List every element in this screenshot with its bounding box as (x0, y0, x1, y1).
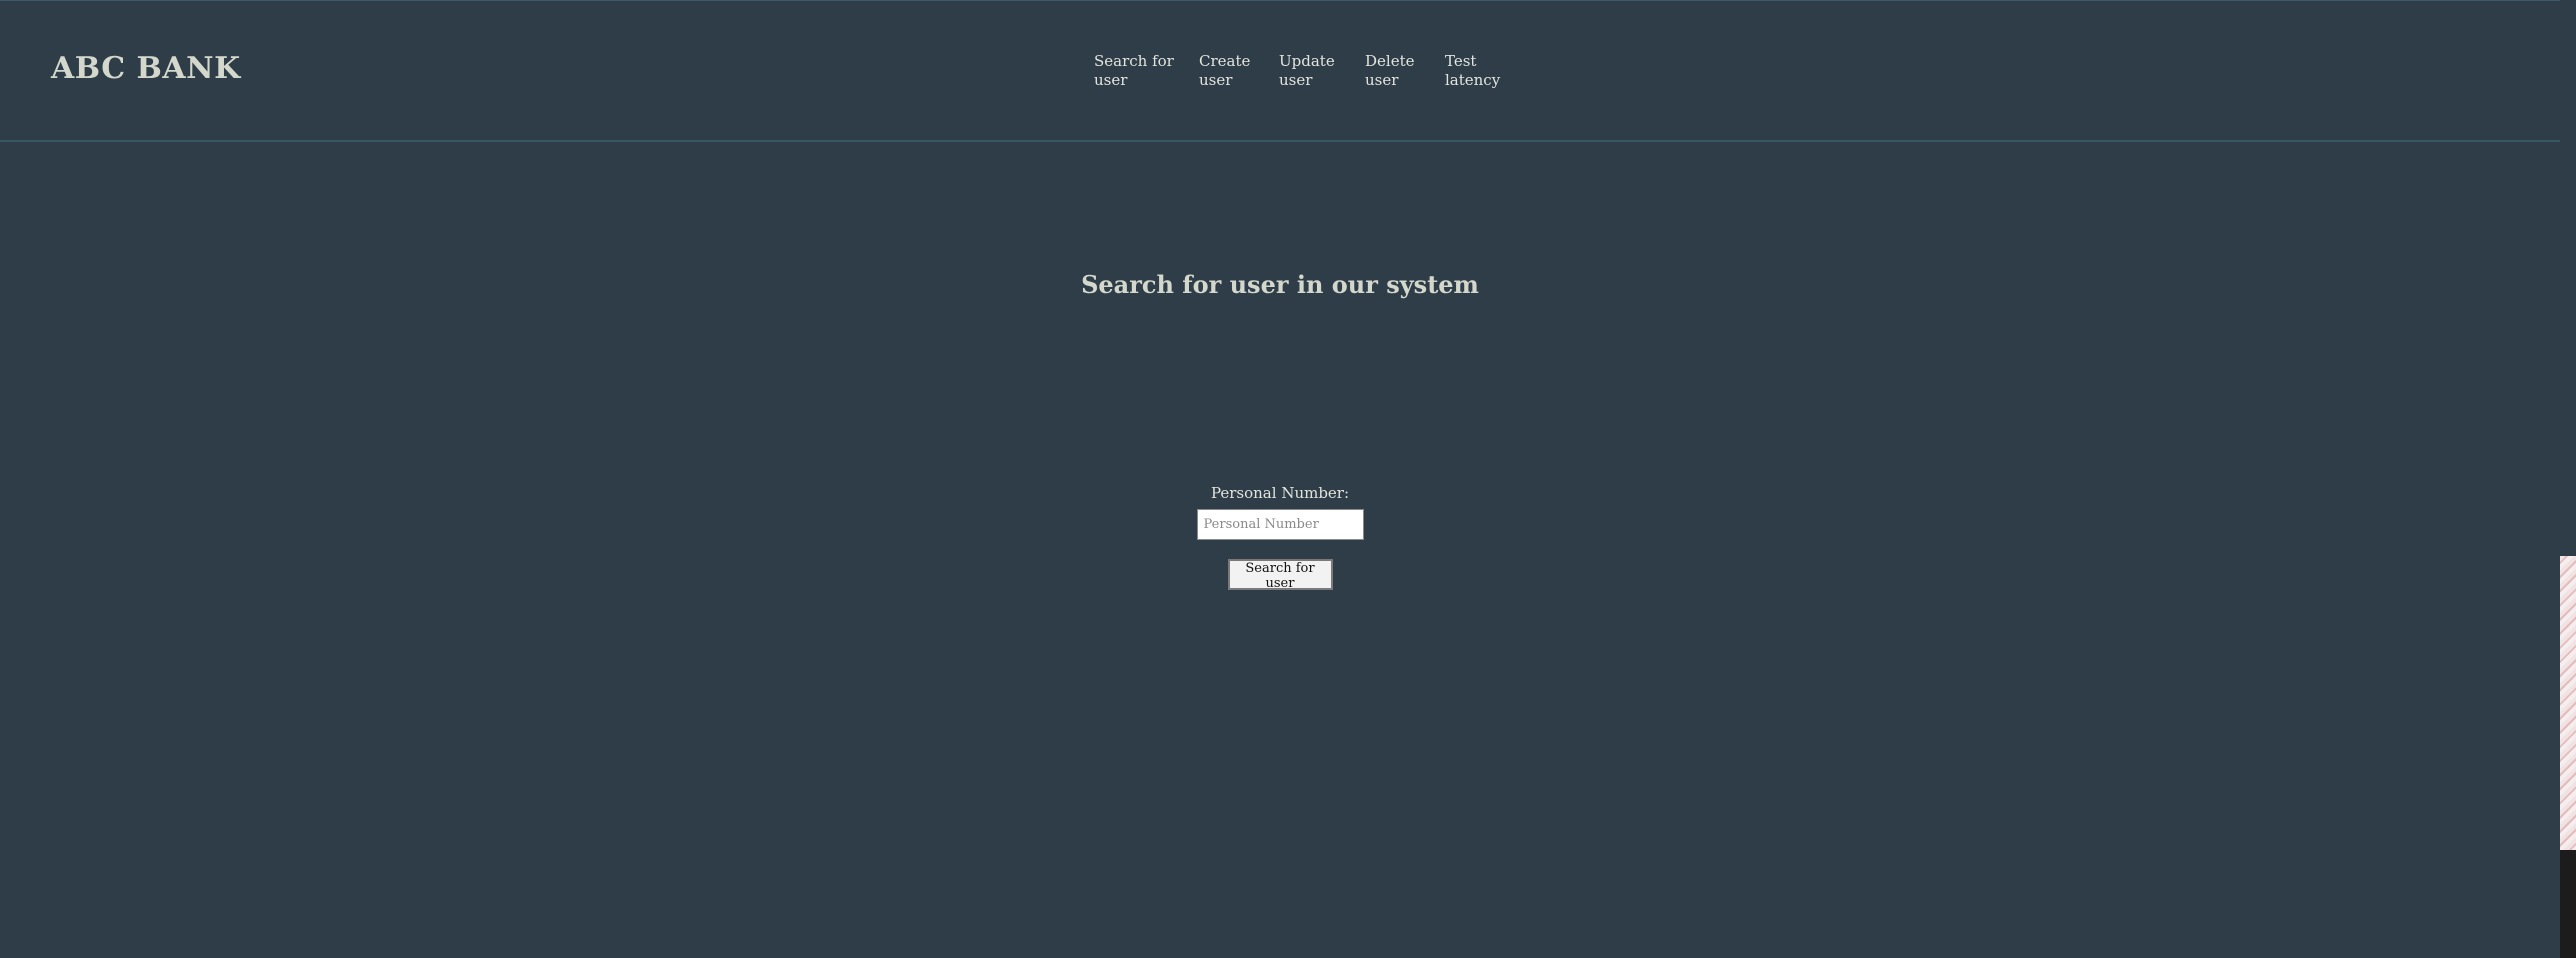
search-user-button[interactable]: Search for user (1227, 559, 1333, 591)
page-title: Search for user in our system (1081, 270, 1479, 299)
nav-item-label: Search for (1094, 52, 1174, 70)
nav-item-label: user (1279, 71, 1313, 89)
nav-item-search-user[interactable]: Search for user (1094, 52, 1199, 90)
search-user-form: Personal Number: Search for user (0, 483, 2560, 591)
nav-item-label: Update (1279, 52, 1335, 70)
brand-logo[interactable]: ABC BANK (51, 51, 241, 87)
page: ABC BANK Search for user Create user Upd… (0, 0, 2576, 958)
nav-item-label: Delete (1365, 52, 1415, 70)
nav-item-label: latency (1445, 71, 1501, 89)
nav-item-create-user[interactable]: Create user (1199, 52, 1279, 90)
nav-item-delete-user[interactable]: Delete user (1365, 52, 1445, 90)
side-panel-image (2560, 556, 2576, 850)
nav-item-label: user (1094, 71, 1128, 89)
nav-item-test-latency[interactable]: Test latency (1445, 52, 1525, 90)
nav-item-label: user (1199, 71, 1233, 89)
side-panel-dark-edge (2560, 850, 2576, 958)
main-nav: Search for user Create user Update user … (1094, 52, 1525, 90)
site-header: ABC BANK Search for user Create user Upd… (0, 1, 2560, 142)
nav-item-label: Test (1445, 52, 1477, 70)
nav-item-label: user (1365, 71, 1399, 89)
nav-item-update-user[interactable]: Update user (1279, 52, 1365, 90)
nav-item-label: Create (1199, 52, 1251, 70)
personal-number-input[interactable] (1196, 509, 1364, 540)
personal-number-label: Personal Number: (1210, 484, 1350, 502)
